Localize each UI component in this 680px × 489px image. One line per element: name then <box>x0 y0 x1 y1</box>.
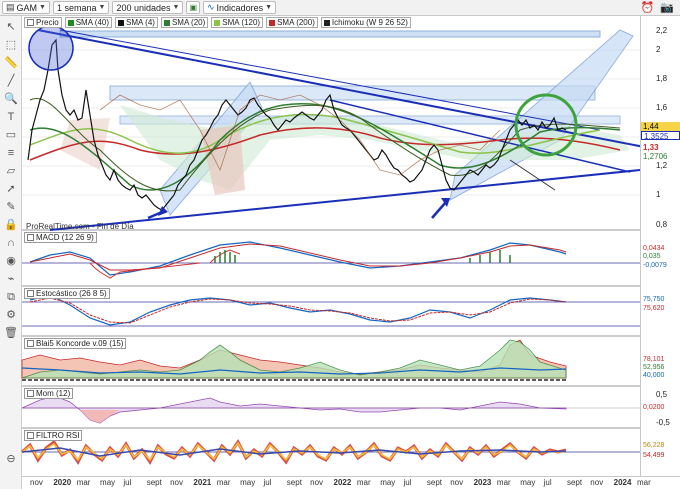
rsi-filter-label[interactable]: FILTRO RSI <box>24 430 83 441</box>
legend-item-ichimoku[interactable]: Ichimoku (W 9 26 52) <box>320 17 411 28</box>
legend-item-precio[interactable]: Precio <box>24 17 62 28</box>
x-axis-tick: mar <box>76 478 91 487</box>
x-axis-tick: may <box>240 478 256 487</box>
price-tick: 0,8 <box>656 220 668 229</box>
momentum-label[interactable]: Mom (12) <box>24 388 74 399</box>
price-tick: 1,2 <box>656 161 668 170</box>
x-axis-tick: may <box>520 478 536 487</box>
chart-canvas[interactable] <box>0 0 680 489</box>
price-legend: Precio SMA (40) SMA (4) SMA (20) SMA (12… <box>24 17 411 28</box>
macd-panel <box>22 241 640 279</box>
sma120-price-badge: 1,2706 <box>641 152 680 161</box>
checkbox-icon <box>27 19 34 26</box>
x-axis-tick: nov <box>450 478 464 487</box>
rsi-value: 54,499 <box>643 452 665 459</box>
checkbox-icon <box>27 390 34 397</box>
koncorde-value: 40,000 <box>643 372 665 379</box>
price-tick: 1,8 <box>656 74 668 83</box>
x-axis-tick: sept <box>426 478 442 487</box>
x-axis-tick: 2020 <box>53 478 72 487</box>
price-tick: 1 <box>656 190 661 199</box>
x-axis-tick: nov <box>30 478 43 487</box>
sma-price-badge: 1,33 <box>641 143 680 152</box>
macd-value: 0,0434 <box>643 245 665 252</box>
x-axis-tick: jul <box>123 478 132 487</box>
x-axis-tick: mar <box>637 478 651 487</box>
x-axis-tick: mar <box>496 478 511 487</box>
x-axis-tick: sept <box>286 478 302 487</box>
x-axis-tick: may <box>380 478 396 487</box>
stochastic-label[interactable]: Estocástico (26 8 5) <box>24 288 110 299</box>
color-swatch <box>163 19 170 26</box>
x-axis-tick: 2023 <box>473 478 492 487</box>
mom-value: 0,0200 <box>643 404 665 411</box>
macd-value: -0,0079 <box>643 262 667 269</box>
mom-tick: 0,5 <box>656 390 668 399</box>
price-tick: 2,2 <box>656 26 668 35</box>
color-swatch <box>67 19 74 26</box>
color-swatch <box>269 19 276 26</box>
legend-item-sma40[interactable]: SMA (40) <box>64 17 113 28</box>
macd-value: 0,035 <box>643 253 661 260</box>
x-axis-tick: nov <box>310 478 324 487</box>
stochastic-panel <box>22 294 640 327</box>
lower-trendline <box>49 167 661 231</box>
rsi-filter-panel <box>21 439 640 465</box>
x-axis-tick: 2022 <box>333 478 352 487</box>
x-axis-tick: jul <box>263 478 272 487</box>
color-swatch <box>214 19 221 26</box>
color-swatch <box>118 19 125 26</box>
last-price-badge: 1,44 <box>641 122 680 131</box>
legend-item-sma4[interactable]: SMA (4) <box>115 17 158 28</box>
koncorde-value: 52,956 <box>643 364 665 371</box>
x-axis-tick: mar <box>216 478 231 487</box>
x-axis-tick: mar <box>356 478 371 487</box>
color-swatch <box>323 19 330 26</box>
legend-item-sma20[interactable]: SMA (20) <box>160 17 209 28</box>
arrow-marker-2 <box>431 201 447 219</box>
koncorde-value: 78,101 <box>643 356 665 363</box>
resistance-zone-mid <box>109 85 596 101</box>
x-axis-tick: nov <box>590 478 604 487</box>
price-tick: 2 <box>656 45 661 54</box>
x-axis-tick: jul <box>403 478 412 487</box>
x-axis-tick: nov <box>170 478 183 487</box>
legend-item-sma200[interactable]: SMA (200) <box>266 17 318 28</box>
stoch-value: 75,620 <box>643 305 665 312</box>
x-axis-tick: sept <box>146 478 162 487</box>
checkbox-icon <box>27 290 34 297</box>
top-circle-marker <box>28 25 74 71</box>
checkbox-icon <box>27 432 34 439</box>
price-tick: 1,6 <box>656 103 668 112</box>
stoch-value: 75,750 <box>643 296 665 303</box>
resistance-zone-top <box>59 30 601 38</box>
source-label: ProRealTime.com - Fin de Día <box>26 222 134 231</box>
checkbox-icon <box>27 340 34 347</box>
rsi-value: 56,228 <box>643 442 665 449</box>
x-axis-tick: may <box>100 478 116 487</box>
legend-item-sma120[interactable]: SMA (120) <box>211 17 264 28</box>
mom-tick: -0,5 <box>656 418 670 427</box>
x-axis-tick: sept <box>566 478 583 487</box>
x-axis-tick: jul <box>543 478 552 487</box>
checkbox-icon <box>27 234 34 241</box>
momentum-panel <box>21 395 640 424</box>
koncorde-label[interactable]: Blai5 Koncorde v.09 (15) <box>24 338 127 349</box>
x-axis-tick: 2024 <box>613 478 632 487</box>
ref-price-badge: 1,3525 <box>641 131 680 141</box>
macd-label[interactable]: MACD (12 26 9) <box>24 232 97 243</box>
x-axis-tick: 2021 <box>193 478 212 487</box>
